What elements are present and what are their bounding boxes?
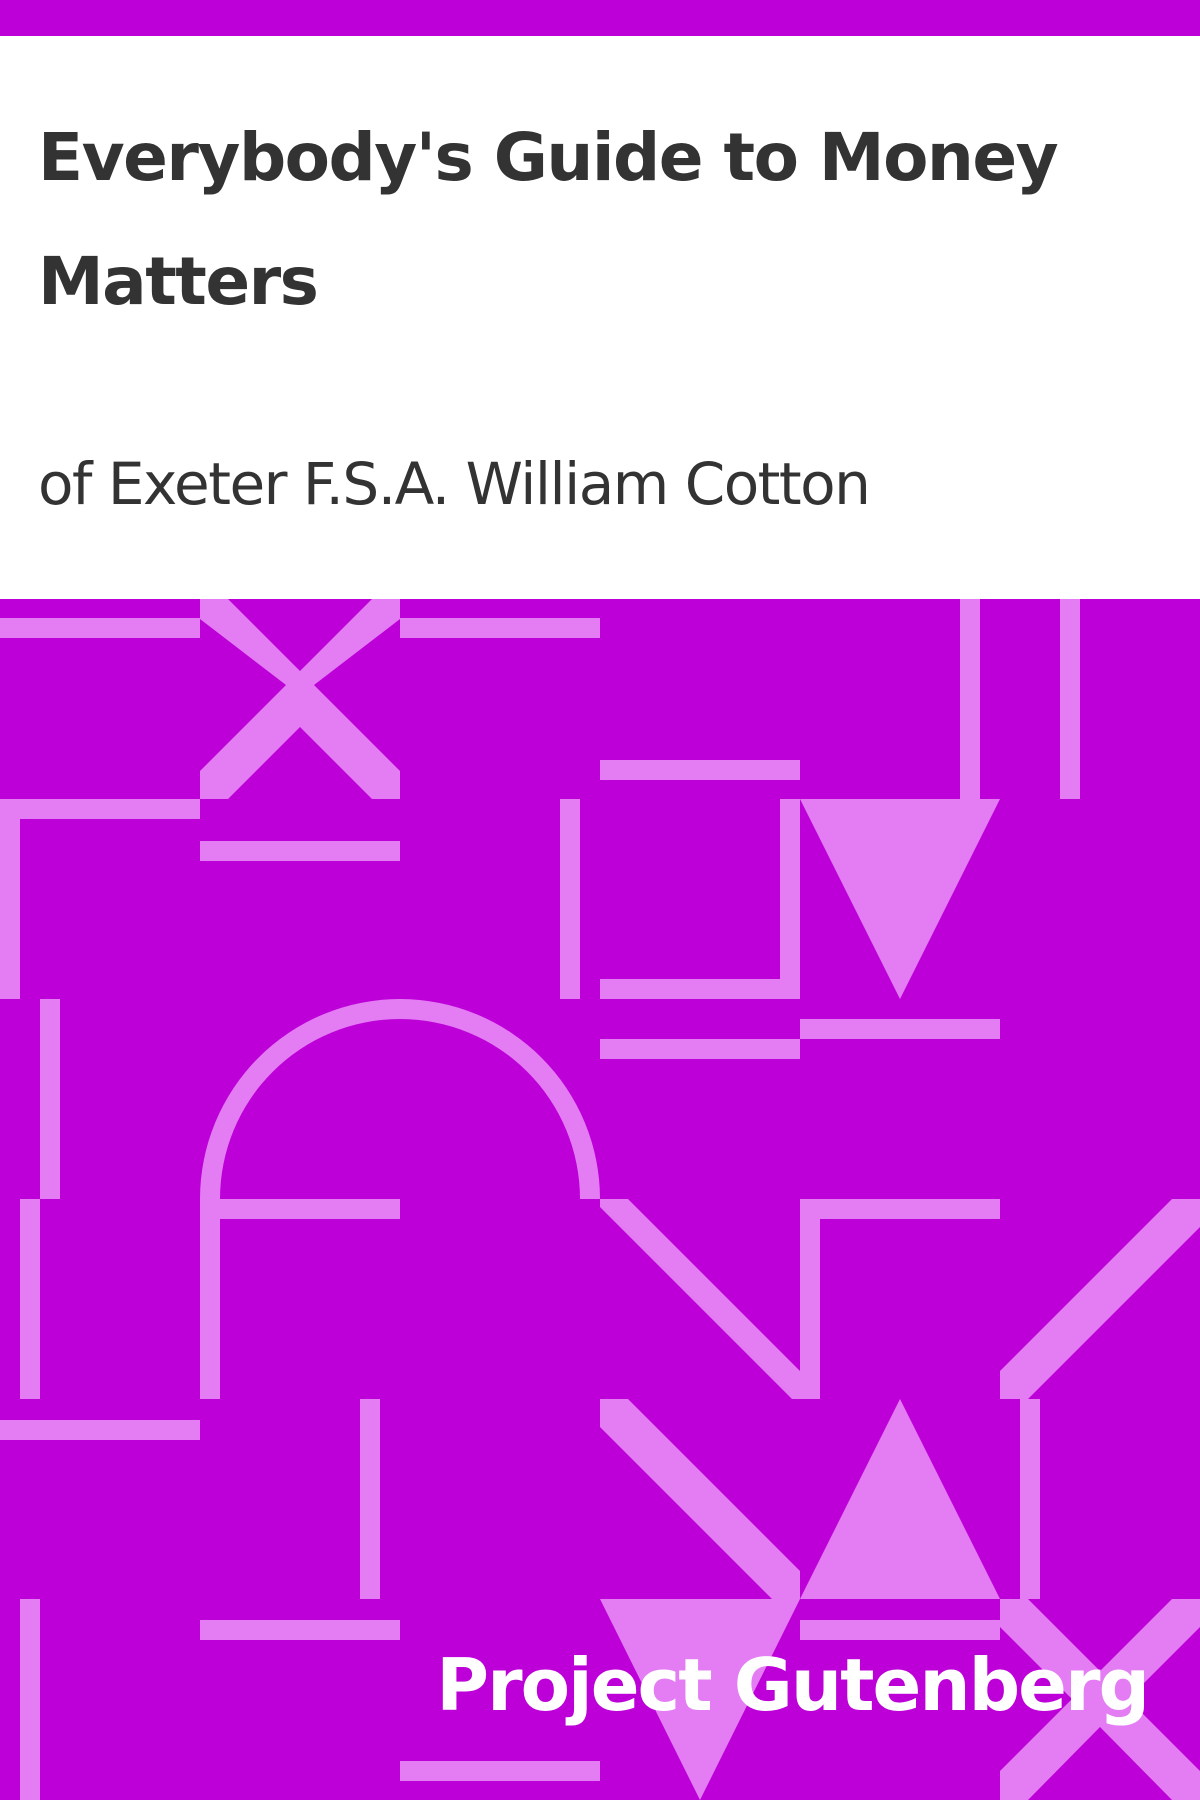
geometric-pattern: [0, 599, 1200, 1800]
title-panel: Everybody's Guide to Money Matters of Ex…: [0, 36, 1200, 599]
pattern-bar: [560, 799, 580, 999]
pattern-bar: [800, 1620, 1000, 1640]
pattern-bar: [360, 1399, 380, 1599]
pattern-bar: [20, 1199, 40, 1399]
top-color-bar: [0, 0, 1200, 36]
pattern-bar: [0, 618, 200, 638]
pattern-bar: [200, 841, 400, 861]
book-title: Everybody's Guide to Money Matters: [38, 119, 1059, 320]
pattern-bar: [600, 760, 800, 780]
pattern-bar: [1020, 1399, 1040, 1599]
pattern-bar: [600, 1039, 800, 1059]
pattern-bar: [400, 1761, 600, 1781]
book-cover: Everybody's Guide to Money Matters of Ex…: [0, 0, 1200, 1800]
pattern-bar: [200, 1620, 400, 1640]
publisher-name: Project Gutenberg: [436, 1643, 1150, 1727]
book-author: of Exeter F.S.A. William Cotton: [38, 450, 871, 518]
pattern-bar: [40, 999, 60, 1199]
pattern-bar: [1060, 599, 1080, 799]
pattern-bar: [20, 1599, 40, 1800]
pattern-bar: [0, 1420, 200, 1440]
pattern-bar: [800, 1019, 1000, 1039]
pattern-bar: [400, 618, 600, 638]
pattern-bar: [960, 599, 980, 799]
